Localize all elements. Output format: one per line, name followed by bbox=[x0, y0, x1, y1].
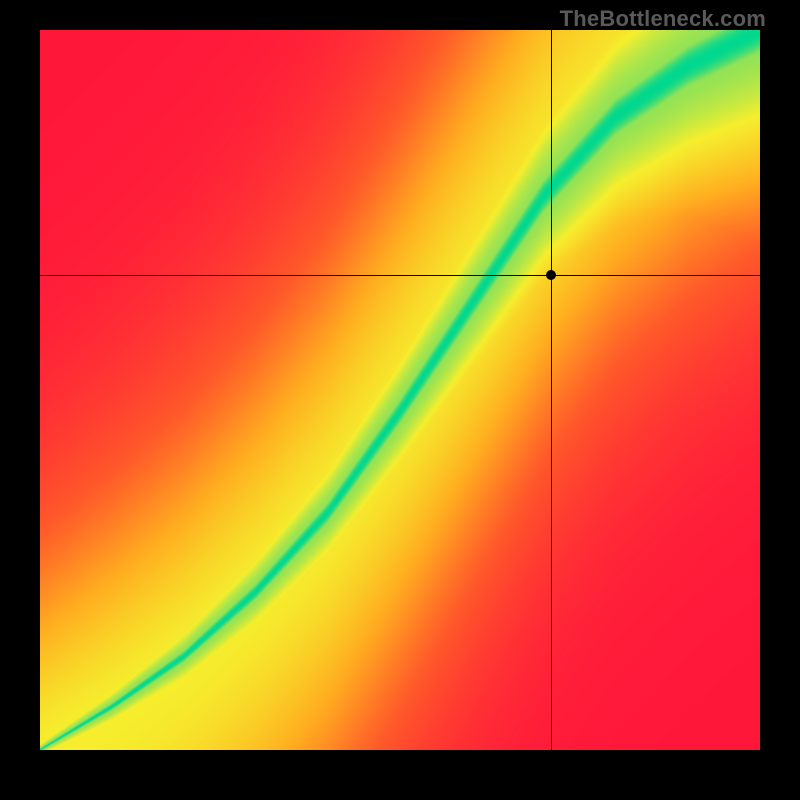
watermark-label: TheBottleneck.com bbox=[560, 6, 766, 32]
heatmap-plot bbox=[40, 30, 760, 750]
heatmap-canvas bbox=[40, 30, 760, 750]
chart-frame: TheBottleneck.com bbox=[0, 0, 800, 800]
